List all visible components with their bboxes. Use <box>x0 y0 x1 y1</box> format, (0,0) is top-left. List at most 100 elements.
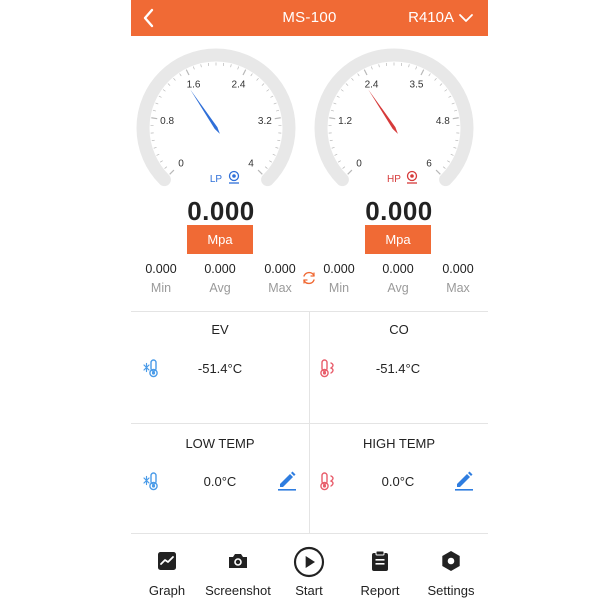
low-pressure-gauge: 0 0.8 1.6 2.4 3.2 4 LP <box>136 46 308 196</box>
pencil-icon <box>455 471 473 491</box>
nav-start[interactable]: Start <box>273 543 345 600</box>
minor-tick <box>442 166 446 169</box>
lp-min-label: Min <box>150 281 172 295</box>
chart-icon <box>158 552 176 570</box>
major-tick <box>420 69 425 76</box>
minor-tick <box>261 83 265 86</box>
app-screen: MS-100 R410A 0 0.8 1.6 2.4 3.2 4 LP 0 1.… <box>131 0 488 600</box>
hp-min-value: 0.000 <box>323 262 355 276</box>
needle <box>190 89 220 134</box>
minor-tick <box>448 95 452 98</box>
clipboard-icon <box>372 550 388 571</box>
major-tick <box>274 117 281 120</box>
minor-tick <box>153 146 157 149</box>
nav-settings-label: Settings <box>427 583 475 598</box>
high-pressure-needle <box>368 89 398 134</box>
hp-min-stat: 0.000 Min <box>314 262 364 295</box>
needle <box>368 89 398 134</box>
minor-tick <box>237 66 239 70</box>
major-tick <box>257 169 263 175</box>
hp-min-label: Min <box>328 281 350 295</box>
tick-label: 1.6 <box>187 79 201 90</box>
minor-tick <box>275 146 279 149</box>
low-temp-edit-button[interactable] <box>276 469 298 491</box>
minor-tick <box>428 73 431 77</box>
minor-tick <box>342 166 346 169</box>
refrigerant-selector[interactable]: R410A <box>408 9 474 26</box>
gear-icon <box>442 551 460 571</box>
lp-sensor-icon <box>228 170 240 184</box>
low-temp-value: 0.0°C <box>203 474 237 489</box>
play-icon <box>293 546 325 578</box>
minor-tick <box>250 73 253 77</box>
tick-label: 3.2 <box>258 116 272 127</box>
lp-min-stat: 0.000 Min <box>136 262 186 295</box>
tick-label: 2.4 <box>232 79 246 90</box>
high-temp-title: HIGH TEMP <box>363 436 435 451</box>
lp-max-value: 0.000 <box>264 262 296 276</box>
major-tick <box>363 69 368 76</box>
hp-avg-label: Avg <box>387 281 409 295</box>
minor-tick <box>434 77 437 81</box>
minor-tick <box>152 109 156 112</box>
high-temp-value: 0.0°C <box>381 474 415 489</box>
minor-tick <box>151 139 155 142</box>
minor-tick <box>371 66 373 70</box>
pencil-icon <box>278 471 296 491</box>
minor-tick <box>357 73 360 77</box>
minor-tick <box>173 77 176 81</box>
tick-label: 3.5 <box>410 79 424 90</box>
hp-max-stat: 0.000 Max <box>433 262 483 295</box>
minor-tick <box>331 146 335 149</box>
minor-tick <box>330 109 334 112</box>
lp-max-label: Max <box>268 281 292 295</box>
minor-tick <box>200 64 202 68</box>
hot-thermometer-icon <box>318 470 340 492</box>
divider <box>309 311 310 533</box>
minor-tick <box>230 64 232 68</box>
minor-tick <box>158 95 162 98</box>
nav-screenshot[interactable]: Screenshot <box>202 543 274 600</box>
high-pressure-gauge: 0 1.2 2.4 3.5 4.8 6 HP <box>314 46 486 196</box>
co-value: -51.4°C <box>375 361 421 376</box>
nav-graph[interactable]: Graph <box>131 543 203 600</box>
hot-thermometer-icon <box>318 357 340 379</box>
minor-tick <box>164 166 168 169</box>
hp-sensor-icon <box>406 170 418 184</box>
cold-thermometer-icon <box>141 470 163 492</box>
nav-graph-label: Graph <box>148 583 186 598</box>
lp-min-value: 0.000 <box>145 262 177 276</box>
bottom-nav: Graph Screenshot Start Report Settings <box>131 543 488 600</box>
hp-max-label: Max <box>446 281 470 295</box>
high-pressure-unit-button[interactable]: Mpa <box>365 225 431 254</box>
nav-report[interactable]: Report <box>344 543 416 600</box>
minor-tick <box>408 64 410 68</box>
minor-tick <box>415 66 417 70</box>
low-pressure-reading: 0.000 <box>187 196 255 226</box>
low-pressure-unit-button[interactable]: Mpa <box>187 225 253 254</box>
major-tick <box>169 169 175 175</box>
minor-tick <box>378 64 380 68</box>
major-tick <box>329 117 336 120</box>
co-title: CO <box>389 322 409 337</box>
tick-label: 0 <box>178 159 184 170</box>
hp-max-value: 0.000 <box>442 262 474 276</box>
nav-settings[interactable]: Settings <box>415 543 487 600</box>
cold-thermometer-icon <box>141 357 163 379</box>
minor-tick <box>454 109 458 112</box>
minor-tick <box>156 153 160 156</box>
minor-tick <box>193 66 195 70</box>
lp-avg-stat: 0.000 Avg <box>195 262 245 295</box>
high-temp-edit-button[interactable] <box>453 469 475 491</box>
minor-tick <box>329 139 333 142</box>
minor-tick <box>269 160 273 163</box>
minor-tick <box>444 89 448 92</box>
minor-tick <box>155 102 159 105</box>
major-tick <box>242 69 247 76</box>
tick-label: 0.8 <box>160 116 174 127</box>
ev-value: -51.4°C <box>197 361 243 376</box>
major-tick <box>347 169 353 175</box>
major-tick <box>435 169 441 175</box>
refrigerant-label: R410A <box>408 9 454 26</box>
minor-tick <box>345 83 349 86</box>
